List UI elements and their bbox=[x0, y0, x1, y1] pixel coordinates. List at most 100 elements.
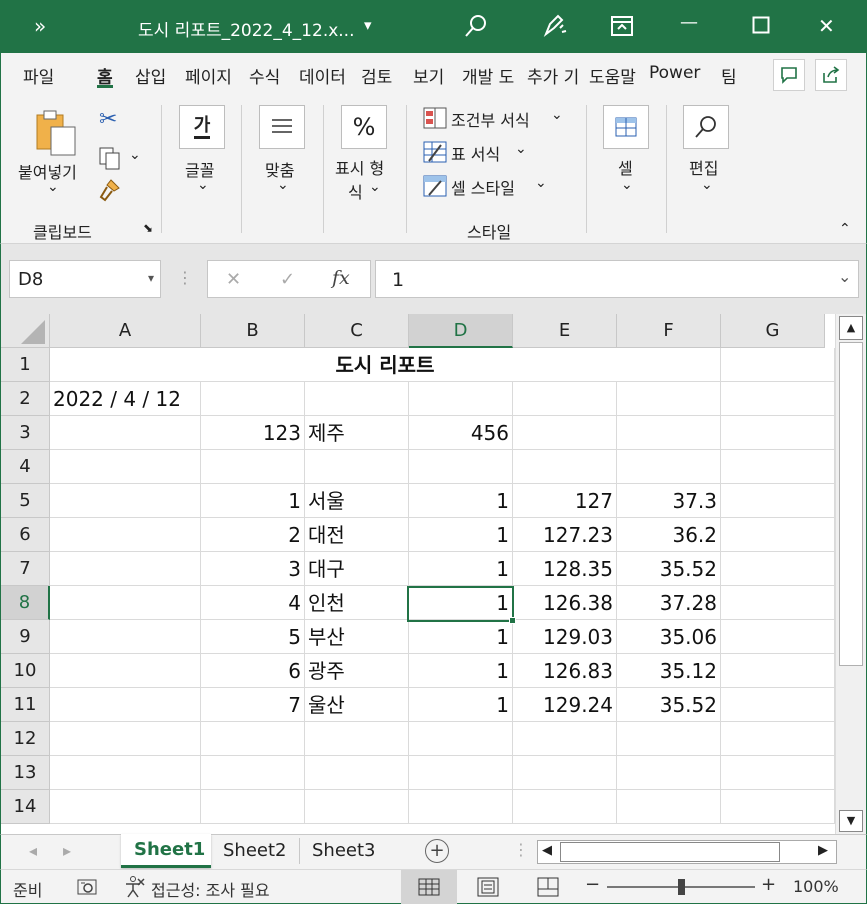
page-layout-view-icon[interactable] bbox=[477, 877, 499, 897]
tab-page-layout[interactable]: 페이지 bbox=[185, 63, 239, 88]
formula-input[interactable]: 1 ⌄ bbox=[375, 260, 859, 298]
cell-f3[interactable] bbox=[617, 416, 721, 450]
cell-g7[interactable] bbox=[721, 552, 835, 586]
column-header-b[interactable]: B bbox=[201, 314, 305, 348]
cell-b3[interactable]: 123 bbox=[201, 416, 305, 450]
zoom-in-button[interactable]: + bbox=[761, 874, 776, 895]
cell-d6[interactable]: 1 bbox=[409, 518, 513, 552]
tab-view[interactable]: 보기 bbox=[413, 63, 453, 88]
cell-d14[interactable] bbox=[409, 790, 513, 824]
cell-f12[interactable] bbox=[617, 722, 721, 756]
cell-a10[interactable] bbox=[50, 654, 201, 688]
cell-d7[interactable]: 1 bbox=[409, 552, 513, 586]
normal-view-button[interactable] bbox=[401, 870, 457, 904]
tab-home[interactable]: 홈 bbox=[97, 63, 113, 88]
copy-chevron-icon[interactable]: ⌄ bbox=[129, 147, 141, 163]
conditional-format-chevron-icon[interactable]: ⌄ bbox=[551, 107, 563, 123]
cell-f6[interactable]: 36.2 bbox=[617, 518, 721, 552]
sheet-tab-active[interactable]: Sheet1 bbox=[121, 834, 211, 868]
cell-b12[interactable] bbox=[201, 722, 305, 756]
zoom-slider[interactable] bbox=[607, 879, 755, 895]
cell-e12[interactable] bbox=[513, 722, 617, 756]
cell-e8[interactable]: 126.38 bbox=[513, 586, 617, 620]
cell-e5[interactable]: 127 bbox=[513, 484, 617, 518]
number-chevron-icon[interactable]: ⌄ bbox=[369, 179, 381, 195]
column-header-a[interactable]: A bbox=[50, 314, 201, 348]
vertical-scroll-thumb[interactable] bbox=[839, 342, 863, 666]
align-chevron-icon[interactable]: ⌄ bbox=[277, 177, 289, 193]
tab-developer[interactable]: 개발 도 bbox=[462, 63, 520, 88]
cell-a8[interactable] bbox=[50, 586, 201, 620]
scroll-right-icon[interactable]: ▶ bbox=[818, 843, 828, 858]
cell-a13[interactable] bbox=[50, 756, 201, 790]
cell-e13[interactable] bbox=[513, 756, 617, 790]
cell-f11[interactable]: 35.52 bbox=[617, 688, 721, 722]
name-box-dropdown-icon[interactable]: ▾ bbox=[148, 271, 154, 285]
cell-f2[interactable] bbox=[617, 382, 721, 416]
cell-f13[interactable] bbox=[617, 756, 721, 790]
cell-g2[interactable] bbox=[721, 382, 835, 416]
cell-c2[interactable] bbox=[305, 382, 409, 416]
collapse-ribbon-icon[interactable]: ⌃ bbox=[839, 221, 851, 237]
tab-formulas[interactable]: 수식 bbox=[249, 63, 289, 88]
table-format-icon[interactable] bbox=[423, 141, 447, 163]
paste-icon[interactable] bbox=[33, 109, 79, 157]
cell-e2[interactable] bbox=[513, 382, 617, 416]
column-header-e[interactable]: E bbox=[513, 314, 617, 348]
cell-style-chevron-icon[interactable]: ⌄ bbox=[535, 175, 547, 191]
cell-b14[interactable] bbox=[201, 790, 305, 824]
cell-e9[interactable]: 129.03 bbox=[513, 620, 617, 654]
cell-e10[interactable]: 126.83 bbox=[513, 654, 617, 688]
cell-a3[interactable] bbox=[50, 416, 201, 450]
cut-icon[interactable]: ✂ bbox=[99, 107, 117, 132]
zoom-level[interactable]: 100% bbox=[793, 877, 839, 896]
tab-addins[interactable]: 추가 기 bbox=[527, 63, 583, 88]
row-header[interactable]: 8 bbox=[1, 586, 50, 620]
cell-c10[interactable]: 광주 bbox=[305, 654, 409, 688]
cell-g5[interactable] bbox=[721, 484, 835, 518]
cell-c5[interactable]: 서울 bbox=[305, 484, 409, 518]
horizontal-scrollbar[interactable]: ◀ ▶ bbox=[537, 840, 837, 864]
accessibility-status[interactable]: 접근성: 조사 필요 bbox=[151, 877, 270, 901]
cell-a9[interactable] bbox=[50, 620, 201, 654]
sheet-next-icon[interactable]: ▸ bbox=[63, 841, 71, 860]
scroll-left-icon[interactable]: ◀ bbox=[542, 843, 552, 858]
cell-d4[interactable] bbox=[409, 450, 513, 484]
cell-c8[interactable]: 인천 bbox=[305, 586, 409, 620]
cell-d13[interactable] bbox=[409, 756, 513, 790]
cell-d9[interactable]: 1 bbox=[409, 620, 513, 654]
cell-a12[interactable] bbox=[50, 722, 201, 756]
cells-chevron-icon[interactable]: ⌄ bbox=[621, 177, 633, 193]
cell-c11[interactable]: 울산 bbox=[305, 688, 409, 722]
cell-b2[interactable] bbox=[201, 382, 305, 416]
edit-group-button[interactable] bbox=[683, 105, 729, 149]
tab-review[interactable]: 검토 bbox=[361, 63, 403, 88]
sheet-tab-2[interactable]: Sheet2 bbox=[223, 840, 287, 861]
cell-c6[interactable]: 대전 bbox=[305, 518, 409, 552]
row-header[interactable]: 12 bbox=[1, 722, 50, 756]
cell-b11[interactable]: 7 bbox=[201, 688, 305, 722]
select-all-button[interactable] bbox=[1, 314, 50, 348]
cell-e11[interactable]: 129.24 bbox=[513, 688, 617, 722]
cell-c12[interactable] bbox=[305, 722, 409, 756]
horizontal-scroll-thumb[interactable] bbox=[560, 842, 780, 862]
cell-c4[interactable] bbox=[305, 450, 409, 484]
cell-c13[interactable] bbox=[305, 756, 409, 790]
cell-d11[interactable]: 1 bbox=[409, 688, 513, 722]
cell-f5[interactable]: 37.3 bbox=[617, 484, 721, 518]
cancel-entry-icon[interactable]: ✕ bbox=[226, 269, 241, 290]
row-header[interactable]: 1 bbox=[1, 348, 50, 382]
coauthoring-pen-icon[interactable] bbox=[540, 12, 568, 40]
cell-e14[interactable] bbox=[513, 790, 617, 824]
cell-g10[interactable] bbox=[721, 654, 835, 688]
cell-e6[interactable]: 127.23 bbox=[513, 518, 617, 552]
row-header[interactable]: 11 bbox=[1, 688, 50, 722]
column-header-d[interactable]: D bbox=[409, 314, 513, 348]
cell-f8[interactable]: 37.28 bbox=[617, 586, 721, 620]
row-header[interactable]: 3 bbox=[1, 416, 50, 450]
cell-a6[interactable] bbox=[50, 518, 201, 552]
cell-e4[interactable] bbox=[513, 450, 617, 484]
scroll-up-icon[interactable]: ▲ bbox=[839, 316, 863, 340]
number-format-label[interactable]: 표시 형 bbox=[335, 155, 384, 179]
comments-icon[interactable] bbox=[773, 59, 805, 91]
